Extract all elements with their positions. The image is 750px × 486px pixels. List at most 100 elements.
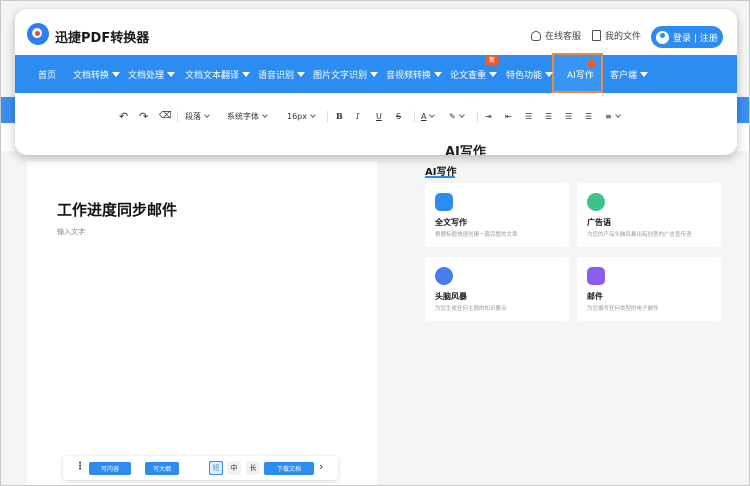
nav-label: 语音识别	[258, 70, 295, 81]
app-logo-icon[interactable]	[27, 23, 49, 45]
caret-down-icon	[297, 71, 306, 77]
login-register-label: 登录 | 注册	[673, 33, 718, 44]
paragraph-select[interactable]: 段落	[185, 103, 210, 129]
indent-icon[interactable]: ⇥	[485, 103, 492, 129]
feature-description: 为您撰写任何类型的电子邮件	[587, 306, 659, 312]
brainstorm-icon	[435, 267, 453, 285]
caret-down-icon	[640, 71, 649, 77]
feature-card-ad-slogan[interactable]: 广告语 为您的产品头脑风暴出有创意的广告宣传语	[577, 183, 721, 247]
toolbar-divider	[177, 111, 178, 122]
download-document-button[interactable]: 下载文档	[264, 462, 314, 475]
font-family-select[interactable]: 系统字体	[227, 103, 268, 129]
underline-button[interactable]: U	[376, 103, 382, 129]
document-icon	[592, 30, 601, 41]
list-icon[interactable]: ≡	[605, 103, 621, 129]
font-color-label: A	[421, 111, 427, 121]
bold-button[interactable]: B	[336, 103, 343, 129]
font-size-label: 16px	[287, 111, 307, 121]
nav-label: AI写作	[567, 70, 594, 81]
font-label: 系统字体	[227, 111, 259, 121]
length-short-option[interactable]: 短	[209, 461, 223, 475]
chevron-down-icon	[262, 111, 268, 118]
feature-name: 邮件	[587, 292, 603, 301]
nav-item-av-convert[interactable]: 音视频转换	[386, 55, 443, 93]
chevron-right-icon[interactable]: ›	[319, 460, 323, 473]
chevron-down-icon	[458, 111, 465, 118]
login-register-button[interactable]: 登录 | 注册	[651, 26, 723, 48]
write-content-button[interactable]: 写内容	[89, 462, 131, 475]
font-color-button[interactable]: A	[421, 103, 436, 129]
nav-label: 文档处理	[128, 70, 165, 81]
editor-toolbar: ↶ ↷ ⌫ 段落 系统字体 16px B I U S A ✎ ⇥ ⇤ ☰ ☰ ☰…	[115, 103, 635, 129]
online-service-link[interactable]: 在线客服	[531, 29, 581, 42]
online-service-label: 在线客服	[545, 32, 582, 42]
highlight-color-button[interactable]: ✎	[449, 103, 465, 129]
feature-name: 全文写作	[435, 218, 467, 227]
align-right-icon[interactable]: ☰	[565, 103, 572, 129]
clear-format-icon[interactable]: ⌫	[159, 103, 172, 129]
nav-item-doc-convert[interactable]: 文档转换	[73, 55, 121, 93]
nav-item-speech[interactable]: 语音识别	[258, 55, 306, 93]
document-title[interactable]: 工作进度同步邮件	[57, 199, 177, 220]
nav-item-ocr[interactable]: 图片文字识别	[313, 55, 379, 93]
nav-label: 特色功能	[506, 70, 543, 81]
caret-down-icon	[112, 71, 121, 77]
highlighter-icon: ✎	[449, 111, 456, 121]
feature-card-fulltext[interactable]: 全文写作 根据标题快速创建一篇完整的文章	[425, 183, 569, 247]
justify-icon[interactable]: ☰	[585, 103, 592, 129]
align-left-icon[interactable]: ☰	[525, 103, 532, 129]
length-medium-option[interactable]: 中	[227, 461, 241, 475]
app-name[interactable]: 迅捷PDF转换器	[55, 27, 149, 46]
feature-card-brainstorm[interactable]: 头脑风暴 为您生成任何主题的知识要点	[425, 257, 569, 321]
caret-down-icon	[545, 71, 554, 77]
top-bar: 迅捷PDF转换器 在线客服 我的文件 登录 | 注册	[15, 9, 737, 55]
feature-card-mail[interactable]: 邮件 为您撰写任何类型的电子邮件	[577, 257, 721, 321]
new-badge: 新	[485, 55, 499, 66]
nav-label: 文档转换	[73, 70, 110, 81]
chevron-down-icon	[204, 111, 210, 118]
caret-down-icon	[370, 71, 379, 77]
nav-label: 图片文字识别	[313, 70, 368, 81]
nav-label: 客户端	[610, 70, 638, 81]
fulltext-icon	[435, 193, 453, 211]
toolbar-divider	[477, 111, 478, 122]
paragraph-label: 段落	[185, 111, 201, 121]
caret-down-icon	[489, 71, 498, 77]
user-avatar-icon	[656, 30, 669, 44]
caret-down-icon	[242, 71, 251, 77]
feature-name: 头脑风暴	[435, 292, 467, 301]
writing-action-bar: ⋮ 写内容 写大纲 短 中 长 下载文档 ›	[63, 456, 338, 480]
more-options-icon[interactable]: ⋮	[75, 461, 85, 472]
headset-icon	[531, 30, 541, 41]
nav-item-features[interactable]: 特色功能	[506, 55, 554, 93]
chevron-down-icon	[429, 111, 436, 118]
outdent-icon[interactable]: ⇤	[505, 103, 512, 129]
feature-description: 根据标题快速创建一篇完整的文章	[435, 232, 518, 238]
caret-down-icon	[167, 71, 176, 77]
feature-description: 为您的产品头脑风暴出有创意的广告宣传语	[587, 232, 692, 238]
nav-item-client[interactable]: 客户端	[610, 55, 649, 93]
length-long-option[interactable]: 长	[246, 461, 260, 475]
undo-icon[interactable]: ↶	[119, 103, 128, 129]
write-outline-button[interactable]: 写大纲	[145, 462, 179, 475]
strikethrough-button[interactable]: S	[396, 103, 401, 129]
section-title-underline	[425, 176, 455, 178]
nav-item-home[interactable]: 首页	[38, 55, 56, 93]
my-files-link[interactable]: 我的文件	[592, 29, 641, 42]
nav-label: 首页	[38, 70, 57, 81]
font-size-select[interactable]: 16px	[287, 103, 316, 129]
redo-icon[interactable]: ↷	[139, 103, 148, 129]
chevron-down-icon	[614, 111, 621, 118]
document-text-placeholder[interactable]: 输入文字	[57, 227, 85, 237]
window-frame: 工作进度同步邮件 输入文字 ⋮ 写内容 写大纲 短 中 长 下载文档 › AI写…	[0, 0, 750, 486]
feature-description: 为您生成任何主题的知识要点	[435, 306, 507, 312]
header-card: 迅捷PDF转换器 在线客服 我的文件 登录 | 注册 首页 文档转换 文档处理 …	[15, 9, 737, 155]
align-center-icon[interactable]: ☰	[545, 103, 552, 129]
italic-button[interactable]: I	[356, 103, 359, 129]
chevron-down-icon	[310, 111, 316, 118]
feature-name: 广告语	[587, 218, 611, 227]
nav-item-doc-process[interactable]: 文档处理	[128, 55, 176, 93]
document-editor[interactable]: 工作进度同步邮件 输入文字	[27, 161, 377, 485]
nav-item-translate[interactable]: 文档文本翻译	[185, 55, 251, 93]
nav-label: 论文查重	[450, 70, 487, 81]
